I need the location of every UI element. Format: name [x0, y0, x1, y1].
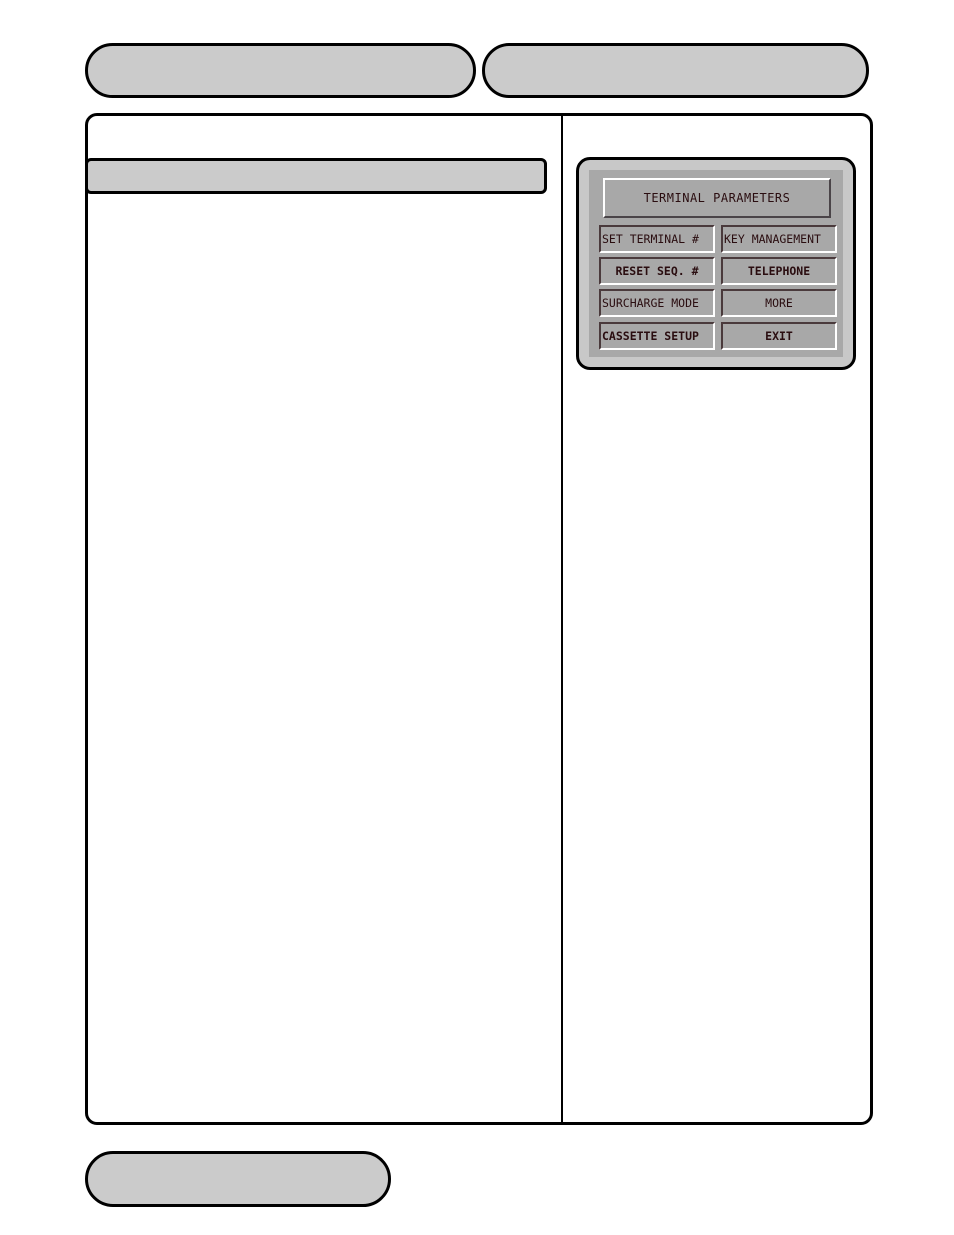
key-management-button[interactable]: KEY MANAGEMENT [721, 225, 837, 253]
header-pill-right [482, 43, 869, 98]
reset-sequence-number-button[interactable]: RESET SEQ. # [599, 257, 715, 285]
more-button[interactable]: MORE [721, 289, 837, 317]
exit-button[interactable]: EXIT [721, 322, 837, 350]
cassette-setup-button[interactable]: CASSETTE SETUP [599, 322, 715, 350]
footer-pill [85, 1151, 391, 1207]
atm-screen-panel: TERMINAL PARAMETERS SET TERMINAL # KEY M… [576, 157, 856, 370]
telephone-button[interactable]: TELEPHONE [721, 257, 837, 285]
section-title-bar [85, 158, 547, 194]
atm-screen-title: TERMINAL PARAMETERS [603, 178, 831, 218]
column-divider [561, 116, 563, 1122]
header-pill-left [85, 43, 476, 98]
atm-screen-inner: TERMINAL PARAMETERS SET TERMINAL # KEY M… [589, 170, 843, 357]
surcharge-mode-button[interactable]: SURCHARGE MODE [599, 289, 715, 317]
set-terminal-number-button[interactable]: SET TERMINAL # [599, 225, 715, 253]
